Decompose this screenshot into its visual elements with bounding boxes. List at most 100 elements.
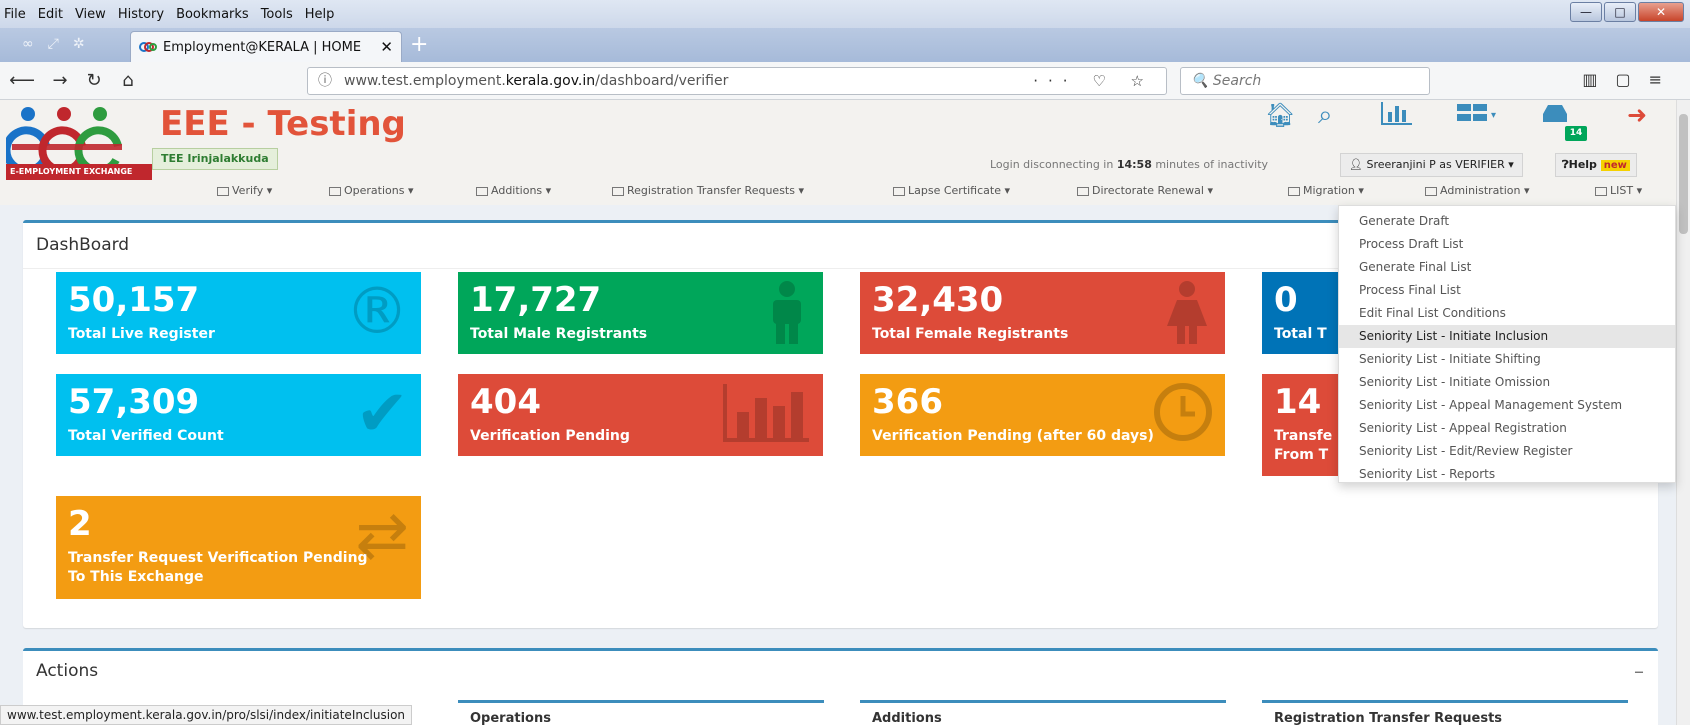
back-icon[interactable]: ⟵ (8, 68, 36, 94)
dropdown-item[interactable]: Seniority List - Initiate Shifting (1339, 348, 1675, 371)
menu-list-icon (476, 186, 488, 196)
tab-title: Employment@KERALA | HOME (163, 39, 362, 55)
dropdown-item[interactable]: Process Draft List (1339, 233, 1675, 256)
tab-employment-home[interactable]: Employment@KERALA | HOME ✕ (130, 31, 402, 62)
url-action-icons[interactable]: ··· ♡ ☆ (1033, 68, 1154, 94)
close-window-icon[interactable]: ✕ (1638, 2, 1684, 22)
tile-label-line1: Transfe (1274, 428, 1333, 444)
toolbar-icons[interactable]: ▥▢≡ (1582, 70, 1680, 89)
menu-verify[interactable]: Verify ▾ (217, 184, 272, 197)
dropdown-item[interactable]: Generate Draft (1339, 210, 1675, 233)
site-brand[interactable]: EEE - Testing (160, 104, 406, 144)
tile-total-male[interactable]: 17,727 Total Male Registrants (458, 272, 823, 354)
tile-transfer-from[interactable]: 14 Transfe From T (1262, 374, 1342, 476)
minimize-icon[interactable]: — (1570, 2, 1602, 22)
dropdown-item[interactable]: Edit Final List Conditions (1339, 302, 1675, 325)
tile-label: Total Verified Count (68, 428, 224, 444)
address-bar[interactable]: ⓘ www.test.employment.kerala.gov.in/dash… (307, 67, 1167, 95)
exchange-badge: TEE Irinjalakkuda (152, 148, 278, 170)
tile-label: Transfer Request Verification Pending To … (68, 549, 368, 587)
menu-additions[interactable]: Additions ▾ (476, 184, 551, 197)
menu-list-icon (1288, 186, 1300, 196)
actions-box-operations[interactable]: Operations (458, 700, 824, 725)
browser-navbar: ⟵ → ↻ ⌂ ⓘ www.test.employment.kerala.gov… (0, 62, 1690, 100)
login-timeout-message: Login disconnecting in 14:58 minutes of … (990, 158, 1268, 171)
collapse-icon[interactable]: – (1634, 659, 1644, 683)
clock-icon (1153, 382, 1213, 453)
logout-icon[interactable]: ➜ (1627, 100, 1647, 130)
dropdown-item-active[interactable]: Seniority List - Initiate Inclusion (1339, 325, 1675, 348)
page-scrollbar[interactable] (1676, 100, 1690, 725)
tile-total-live-register[interactable]: 50,157 Total Live Register ® (56, 272, 421, 354)
tile-count: 17,727 (470, 280, 602, 320)
tile-total-transfer[interactable]: 0 Total T (1262, 272, 1342, 354)
menu-lapse-certificate[interactable]: Lapse Certificate ▾ (893, 184, 1010, 197)
dropdown-item[interactable]: Process Final List (1339, 279, 1675, 302)
forward-icon[interactable]: → (46, 68, 74, 94)
home-icon[interactable]: 🏠︎ (1265, 100, 1295, 130)
url-path: /dashboard/verifier (595, 73, 729, 89)
menu-label: Lapse Certificate ▾ (908, 184, 1011, 197)
menu-view[interactable]: View (75, 7, 106, 22)
list-dropdown-menu: Generate Draft Process Draft List Genera… (1338, 205, 1676, 483)
tile-total-female[interactable]: 32,430 Total Female Registrants (860, 272, 1225, 354)
menu-label: Migration ▾ (1303, 184, 1364, 197)
scrollbar-thumb[interactable] (1679, 114, 1688, 234)
dropdown-item[interactable]: Seniority List - Initiate Omission (1339, 371, 1675, 394)
grid-menu-icon[interactable]: ▾ (1455, 100, 1499, 130)
menu-migration[interactable]: Migration ▾ (1288, 184, 1364, 197)
search-icon[interactable]: ⌕ (1318, 100, 1333, 130)
menu-list-icon (217, 186, 229, 196)
site-info-icon[interactable]: ⓘ (318, 68, 332, 94)
menu-list-icon (1595, 186, 1607, 196)
menu-tools[interactable]: Tools (261, 7, 293, 22)
tile-transfer-request-pending[interactable]: 2 Transfer Request Verification Pending T… (56, 496, 421, 599)
tile-label: Verification Pending (470, 428, 630, 444)
maximize-icon[interactable]: □ (1604, 2, 1636, 22)
window-controls: — □ ✕ (1568, 2, 1684, 22)
dropdown-item[interactable]: Seniority List - Appeal Management Syste… (1339, 394, 1675, 417)
tile-label: Total Male Registrants (470, 326, 648, 342)
login-time: 14:58 (1116, 158, 1152, 171)
menu-history[interactable]: History (118, 7, 164, 22)
user-menu-button[interactable]: 👤︎ Sreeranjini P as VERIFIER ▾ (1340, 153, 1523, 177)
tile-count: 366 (872, 382, 943, 422)
menu-operations[interactable]: Operations ▾ (329, 184, 414, 197)
tile-total-verified[interactable]: 57,309 Total Verified Count ✔ (56, 374, 421, 456)
menu-file[interactable]: File (4, 7, 26, 22)
check-icon: ✔ (355, 377, 409, 451)
bar-chart-icon[interactable] (1380, 100, 1414, 130)
dropdown-item[interactable]: Seniority List - Edit/Review Register (1339, 440, 1675, 463)
dropdown-item[interactable]: Generate Final List (1339, 256, 1675, 279)
tile-count: 2 (68, 504, 92, 544)
menu-administration[interactable]: Administration ▾ (1425, 184, 1530, 197)
tile-label: Transfe From T (1274, 427, 1332, 465)
menu-edit[interactable]: Edit (38, 7, 63, 22)
menu-list[interactable]: LIST ▾ (1595, 184, 1642, 197)
registered-icon: ® (345, 275, 409, 349)
dropdown-item[interactable]: Seniority List - Reports (1339, 463, 1675, 486)
search-input[interactable]: 🔍 Search (1180, 67, 1430, 95)
menu-bookmarks[interactable]: Bookmarks (176, 7, 249, 22)
female-icon (1161, 280, 1213, 354)
actions-box-registration-transfer[interactable]: Registration Transfer Requests (1262, 700, 1628, 725)
menu-help[interactable]: Help (305, 7, 335, 22)
menu-registration-transfer[interactable]: Registration Transfer Requests ▾ (612, 184, 804, 197)
menu-directorate-renewal[interactable]: Directorate Renewal ▾ (1077, 184, 1213, 197)
login-suffix: minutes of inactivity (1151, 158, 1269, 171)
new-tab-icon[interactable]: + (410, 34, 428, 56)
dropdown-item[interactable]: Seniority List - Appeal Registration (1339, 417, 1675, 440)
close-tab-icon[interactable]: ✕ (380, 38, 393, 56)
reload-icon[interactable]: ↻ (80, 68, 108, 94)
tile-verification-pending[interactable]: 404 Verification Pending (458, 374, 823, 456)
menu-label: Directorate Renewal ▾ (1092, 184, 1213, 197)
help-button[interactable]: ❓︎Help new (1555, 153, 1637, 177)
tile-count: 57,309 (68, 382, 200, 422)
tile-label: Total Live Register (68, 326, 215, 342)
tile-pending-after-60-days[interactable]: 366 Verification Pending (after 60 days) (860, 374, 1225, 456)
url-prefix: www.test.employment. (344, 73, 506, 89)
home-icon[interactable]: ⌂ (114, 68, 142, 94)
new-badge: new (1600, 160, 1630, 171)
tile-label-line2: To This Exchange (68, 569, 204, 585)
actions-box-additions[interactable]: Additions (860, 700, 1226, 725)
